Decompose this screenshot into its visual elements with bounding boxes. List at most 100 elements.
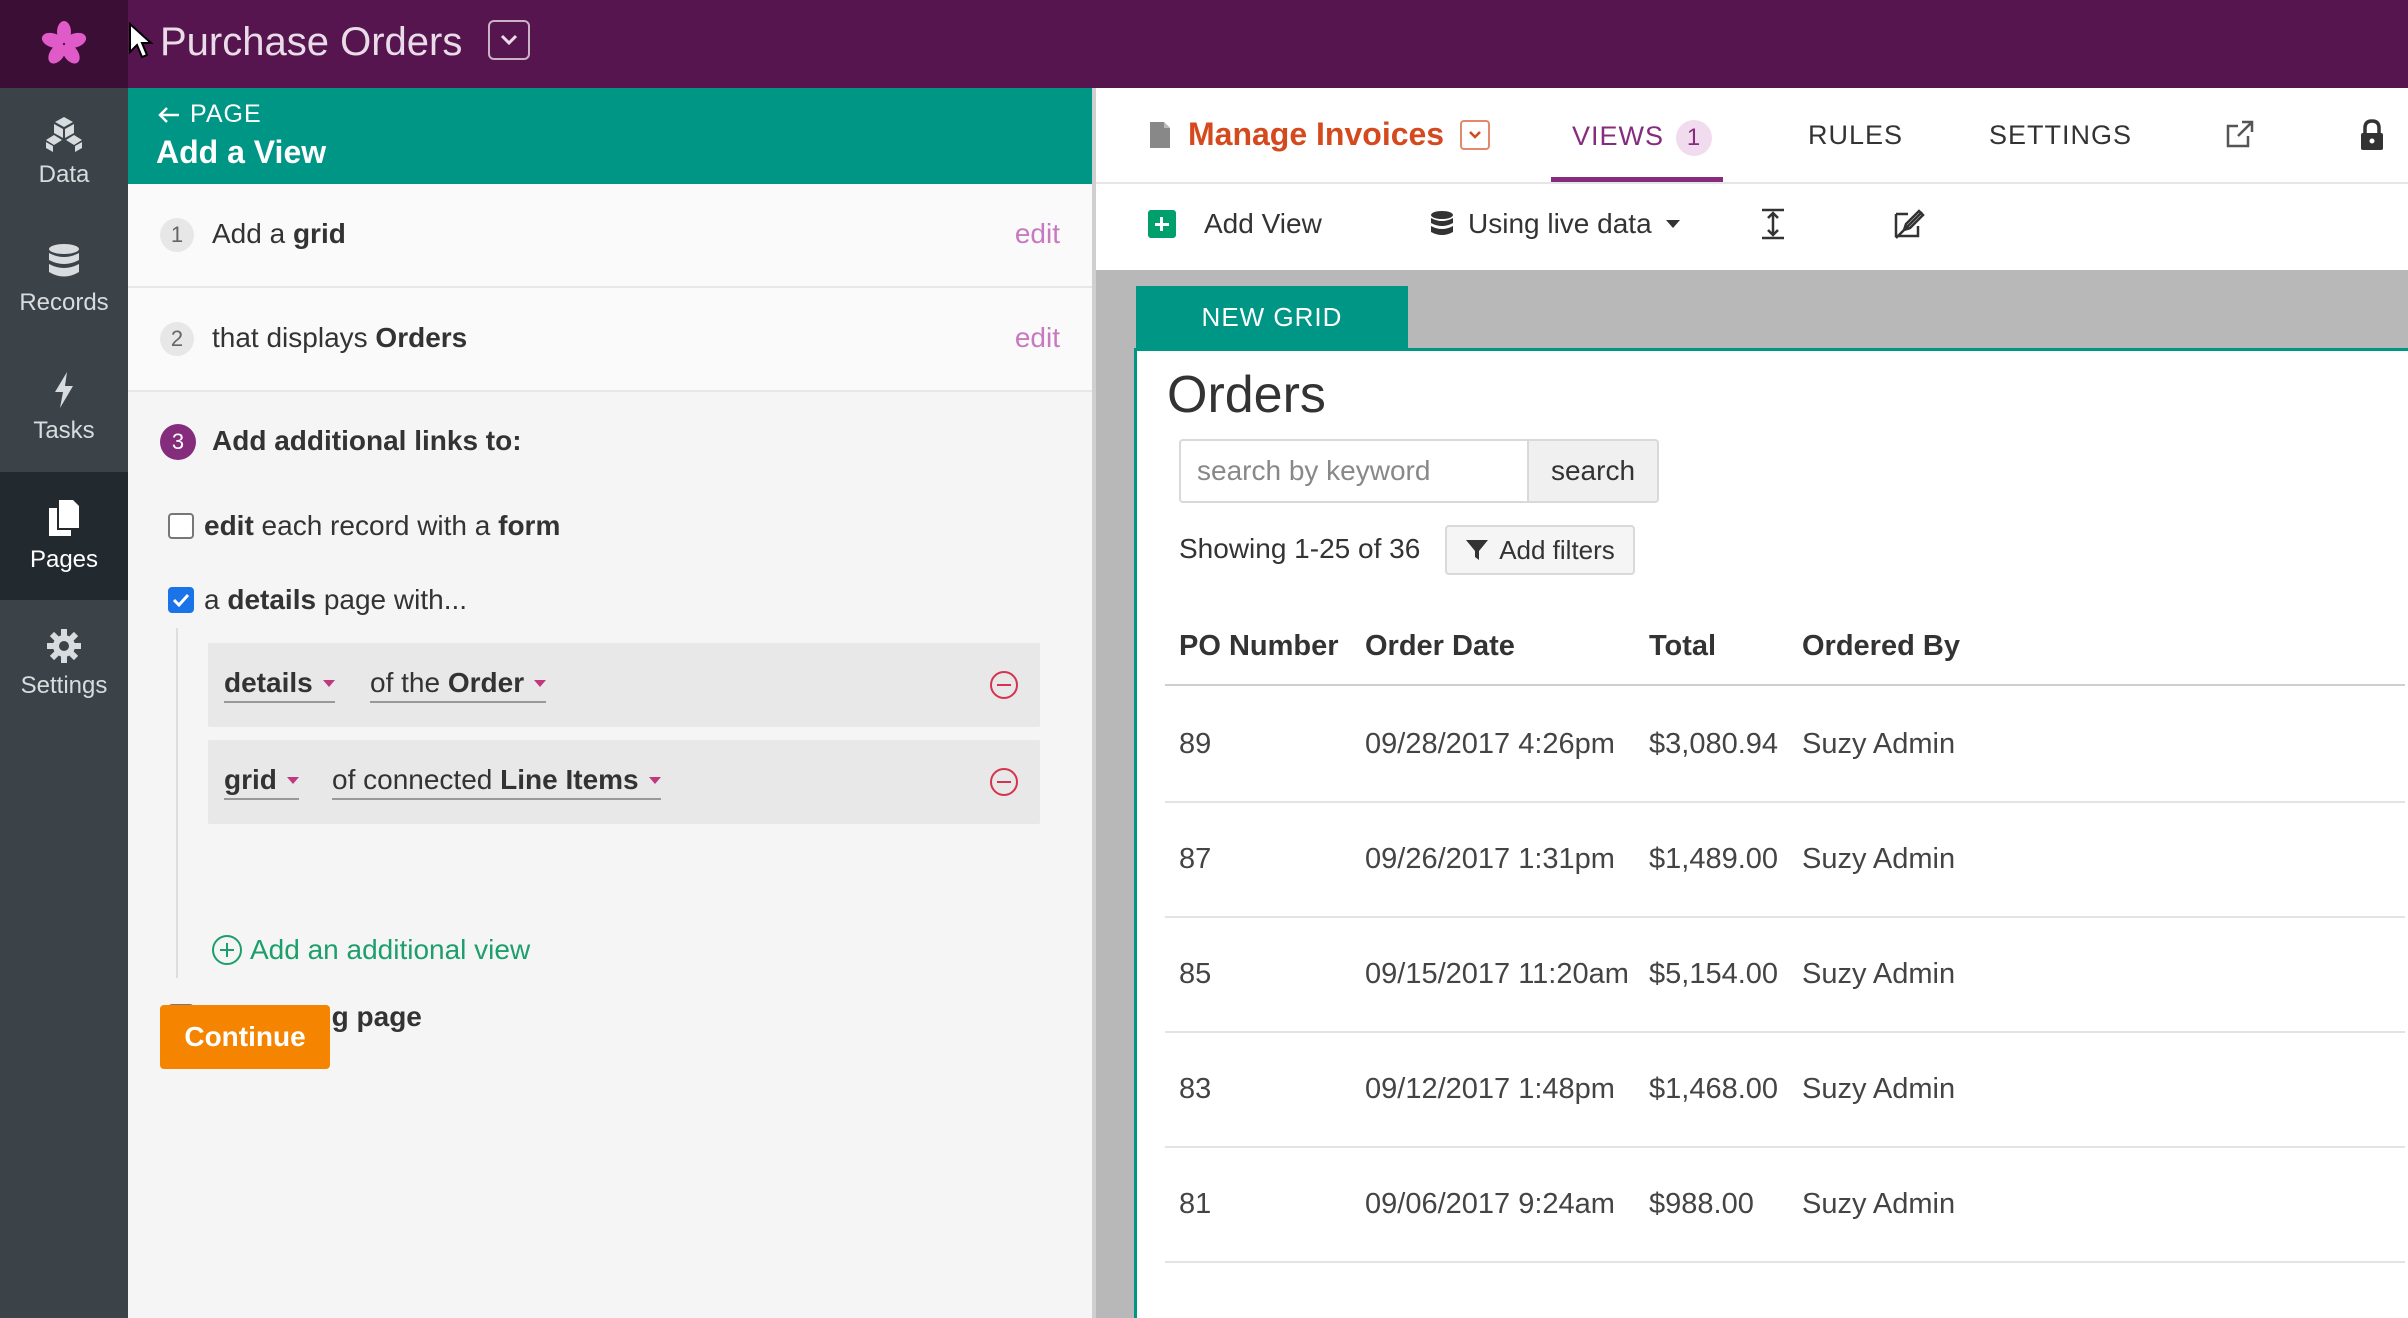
table-cell: $5,154.00 [1649,958,1779,990]
mouse-cursor-icon [129,22,154,59]
nav-settings[interactable]: Settings [0,600,128,728]
caret-down-icon [648,776,661,784]
continue-button[interactable]: Continue [160,1005,330,1069]
column-header[interactable]: Order Date [1365,630,1515,663]
option-label: edit each record with a form [204,510,561,541]
add-view-button[interactable]: Add View [1148,208,1322,240]
page-preview-pane: Manage Invoices VIEWS 1 RULES SETTINGS Ad… [1096,88,2408,1318]
table-cell: Suzy Admin [1802,843,1956,875]
tab-settings[interactable]: SETTINGS [1989,120,2132,151]
document-icon [1150,121,1170,148]
details-subview: details of the Order [208,643,1040,727]
nav-records[interactable]: Records [0,216,128,344]
checkmark-icon [172,593,190,607]
chevron-down-icon [500,34,518,46]
external-link-icon [2226,120,2254,148]
step-1-text: Add a grid [212,218,346,249]
edit-form-checkbox[interactable] [168,513,194,539]
back-to-page-link[interactable]: PAGE [158,100,262,129]
column-header[interactable]: Ordered By [1802,630,1960,663]
subview-source-select[interactable]: of the Order [370,667,547,703]
view-label-tab[interactable]: NEW GRID [1136,286,1408,348]
search-button[interactable]: search [1529,439,1659,503]
nav-data[interactable]: Data [0,88,128,216]
nav-tasks[interactable]: Tasks [0,344,128,472]
subview-source-select[interactable]: of connected Line Items [332,764,661,800]
page-title-text: Manage Invoices [1188,116,1445,152]
caret-down-icon [1665,220,1680,228]
view-builder-panel: PAGE Add a View 1 Add a grid edit 2 that… [128,88,1092,1318]
caret-down-icon [322,679,335,687]
open-external-button[interactable] [2224,118,2256,155]
table-row[interactable]: 81 09/06/2017 9:24am $988.00 Suzy Admin [1165,1148,2405,1263]
remove-subview-button[interactable] [990,768,1018,796]
table-row[interactable]: 83 09/12/2017 1:48pm $1,468.00 Suzy Admi… [1165,1033,2405,1148]
nav-label: Tasks [33,417,95,444]
cubes-icon [46,117,82,152]
grid-title: Orders [1167,366,1326,424]
filter-icon [1466,540,1489,560]
live-data-dropdown[interactable]: Using live data [1430,208,1680,240]
pages-icon [49,500,79,536]
option-details-page[interactable]: a details page with... [168,584,467,616]
caret-down-icon [286,776,299,784]
grid-subview: grid of connected Line Items [208,740,1040,824]
table-row[interactable]: 87 09/26/2017 1:31pm $1,489.00 Suzy Admi… [1165,803,2405,918]
app-menu-dropdown[interactable] [488,20,530,60]
table-cell: $3,080.94 [1649,728,1779,760]
nav-pages[interactable]: Pages [0,472,128,600]
step-1-edit-link[interactable]: edit [1015,218,1060,250]
app-logo[interactable] [0,0,128,88]
option-edit-form[interactable]: edit each record with a form [168,510,560,542]
database-icon [1431,211,1453,235]
left-nav: Data Records Tasks Pages Settings [0,88,128,1318]
builder-title: Add a View [156,134,327,170]
views-count-badge: 1 [1676,120,1713,156]
table-cell: $988.00 [1649,1188,1754,1220]
subview-type-select[interactable]: details [224,667,335,703]
back-label: PAGE [190,100,262,128]
add-additional-view-link[interactable]: Add an additional view [212,934,530,966]
top-bar: Purchase Orders [0,0,2408,88]
table-cell: 09/15/2017 11:20am [1365,958,1629,990]
grid-view[interactable]: Orders search Showing 1-25 of 36 Add fil… [1134,348,2408,1318]
column-header[interactable]: Total [1649,630,1716,663]
table-cell: Suzy Admin [1802,958,1956,990]
add-view-label: Add View [1204,208,1322,239]
tab-views[interactable]: VIEWS 1 [1572,120,1713,156]
toggle-edit-mode-button[interactable] [1892,208,1926,240]
view-canvas: NEW GRID Orders search Showing 1-25 of 3… [1096,270,2408,1318]
subview-type-select[interactable]: grid [224,764,299,800]
details-page-checkbox[interactable] [168,587,194,613]
page-lock-button[interactable] [2358,118,2386,157]
nav-label: Pages [29,546,99,573]
table-cell: 09/28/2017 4:26pm [1365,728,1615,760]
step-3-number: 3 [160,424,196,460]
step-3-heading: Add additional links to: [212,425,522,456]
view-toolbar: Add View Using live data [1096,184,2408,270]
app-title: Purchase Orders [160,20,463,64]
add-filters-button[interactable]: Add filters [1445,525,1635,575]
table-row[interactable]: 89 09/28/2017 4:26pm $3,080.94 Suzy Admi… [1165,688,2405,803]
table-cell: 81 [1179,1188,1212,1220]
page-title-dropdown[interactable] [1460,119,1491,150]
remove-subview-button[interactable] [990,671,1018,699]
expand-vertical-icon [1762,208,1784,240]
table-header: PO Number Order Date Total Ordered By [1165,606,2405,686]
arrow-left-icon [158,106,179,123]
live-data-label: Using live data [1468,208,1652,239]
nav-label: Settings [20,672,108,699]
step-2-edit-link[interactable]: edit [1015,322,1060,354]
table-row[interactable]: 85 09/15/2017 11:20am $5,154.00 Suzy Adm… [1165,918,2405,1033]
search-input[interactable] [1179,439,1529,503]
tab-rules[interactable]: RULES [1808,120,1903,151]
column-header[interactable]: PO Number [1179,630,1339,663]
bolt-icon [55,372,73,408]
plus-square-icon [1148,210,1176,238]
table-cell: 09/06/2017 9:24am [1365,1188,1615,1220]
toggle-height-button[interactable] [1760,208,1786,240]
chevron-down-icon [1469,131,1481,139]
table-cell: 85 [1179,958,1212,990]
table-cell: 09/12/2017 1:48pm [1365,1073,1615,1105]
page-tab-bar: Manage Invoices VIEWS 1 RULES SETTINGS [1096,88,2408,184]
